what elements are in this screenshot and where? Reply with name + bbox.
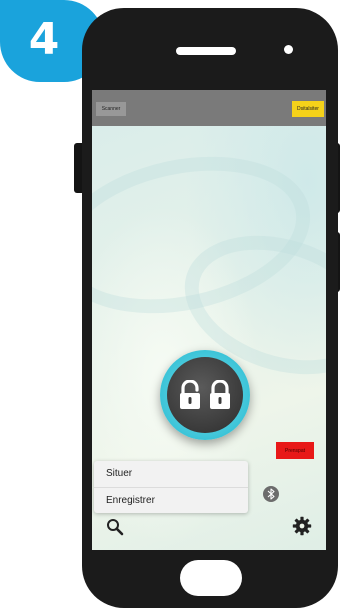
step-number: 4 <box>28 13 60 65</box>
connect-button[interactable]: Dsitalsiter <box>292 101 324 117</box>
scanner-button[interactable]: Scanner <box>96 102 126 116</box>
phone-camera <box>284 45 293 54</box>
unlocked-padlock-icon <box>180 380 200 409</box>
bluetooth-glyph <box>267 488 275 500</box>
search-icon[interactable] <box>106 518 124 536</box>
home-button[interactable] <box>180 560 242 596</box>
gear-icon[interactable] <box>292 516 312 536</box>
phone-speaker <box>176 47 236 55</box>
app-screen: Scanner Dsitalsiter Prenspat Situer Enre… <box>92 90 326 550</box>
lock-button-face <box>167 357 243 433</box>
red-action-button[interactable]: Prenspat <box>276 442 314 459</box>
menu-item-enregistrer[interactable]: Enregistrer <box>94 487 248 513</box>
bluetooth-icon[interactable] <box>263 486 279 502</box>
app-topbar: Scanner Dsitalsiter <box>92 90 326 126</box>
locked-padlock-icon <box>210 380 230 409</box>
tutorial-stage: 4 Scanner Dsitalsiter Prenspat Situer En… <box>0 0 340 612</box>
phone-frame: Scanner Dsitalsiter Prenspat Situer Enre… <box>82 8 338 608</box>
lock-toggle-button[interactable] <box>160 350 250 440</box>
menu-item-situer[interactable]: Situer <box>94 461 248 487</box>
popup-menu: Situer Enregistrer <box>94 461 248 513</box>
